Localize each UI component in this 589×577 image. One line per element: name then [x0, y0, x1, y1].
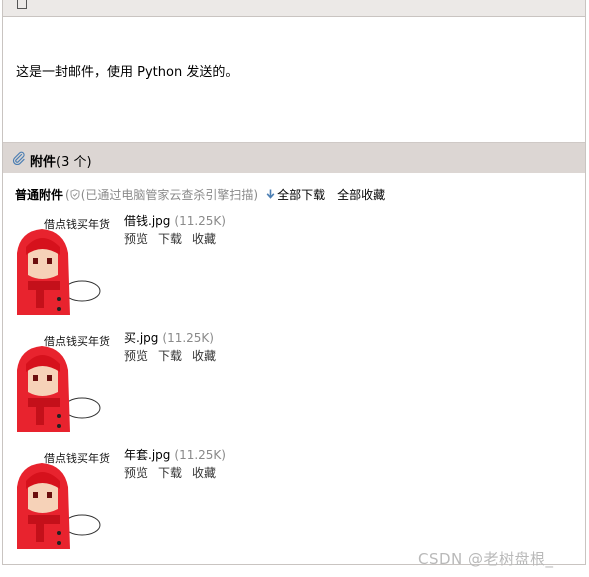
attachments-header: 附件(3 个): [3, 142, 585, 173]
attachment-size: (11.25K): [174, 214, 226, 228]
attachment-actions: 预览 下载 收藏: [124, 230, 226, 247]
attachments-count: (3 个): [56, 155, 92, 170]
attachment-size: (11.25K): [162, 331, 214, 345]
document-icon[interactable]: [17, 0, 27, 9]
anime-girl-thumbnail-icon: 借点钱买年货: [17, 451, 110, 549]
attachments-subbar: 普通附件((已通过电脑管家云查杀引擎扫描) 全部下载 全部收藏: [15, 186, 385, 203]
normal-attachments-label: 普通附件: [15, 188, 64, 202]
attachment-actions: 预览 下载 收藏: [124, 347, 226, 364]
attachment-thumbnail[interactable]: 借点钱买年货: [14, 447, 116, 551]
csdn-watermark: CSDN @老树盘根_: [418, 550, 554, 568]
attachment-item: 借点钱买年货 借钱.jpg (11.25K) 预览 下载 收藏: [14, 213, 574, 317]
scan-status-text: (已通过电脑管家云查杀引擎扫描): [80, 188, 259, 202]
download-all-link[interactable]: 全部下载: [277, 188, 325, 202]
preview-link[interactable]: 预览: [124, 466, 148, 480]
attachment-item: 借点钱买年货 年套.jpg (11.25K) 预览 下载 收藏: [14, 447, 574, 551]
anime-girl-thumbnail-icon: 借点钱买年货: [17, 217, 110, 315]
attachment-thumbnail[interactable]: 借点钱买年货: [14, 213, 116, 317]
attachments-title-label: 附件: [30, 155, 57, 170]
thumbnail-caption: 借点钱买年货: [44, 334, 110, 348]
thumbnail-caption: 借点钱买年货: [44, 217, 110, 231]
attachment-item: 借点钱买年货 买.jpg (11.25K) 预览 下载 收藏: [14, 330, 574, 434]
download-link[interactable]: 下载: [158, 466, 182, 480]
paperclip-icon: [12, 151, 25, 165]
attachment-name[interactable]: 年套.jpg: [124, 448, 170, 462]
save-link[interactable]: 收藏: [192, 349, 216, 363]
attachment-name[interactable]: 买.jpg: [124, 331, 158, 345]
save-link[interactable]: 收藏: [192, 232, 216, 246]
attachment-name[interactable]: 借钱.jpg: [124, 214, 170, 228]
attachment-filename[interactable]: 年套.jpg (11.25K): [124, 446, 226, 463]
thumbnail-caption: 借点钱买年货: [44, 451, 110, 465]
anime-girl-thumbnail-icon: 借点钱买年货: [17, 334, 110, 432]
download-arrow-icon: [266, 189, 275, 199]
download-link[interactable]: 下载: [158, 232, 182, 246]
attachments-title: 附件(3 个): [30, 151, 92, 170]
shield-icon: [70, 189, 80, 200]
mail-body-text: 这是一封邮件，使用 Python 发送的。: [16, 65, 239, 80]
preview-link[interactable]: 预览: [124, 232, 148, 246]
attachment-size: (11.25K): [174, 448, 226, 462]
attachment-filename[interactable]: 借钱.jpg (11.25K): [124, 212, 226, 229]
top-toolbar-strip: [3, 0, 585, 17]
download-link[interactable]: 下载: [158, 349, 182, 363]
scan-status: ((已通过电脑管家云查杀引擎扫描): [65, 188, 259, 202]
attachment-filename[interactable]: 买.jpg (11.25K): [124, 329, 214, 346]
save-link[interactable]: 收藏: [192, 466, 216, 480]
attachment-actions: 预览 下载 收藏: [124, 464, 226, 481]
attachment-thumbnail[interactable]: 借点钱买年货: [14, 330, 116, 434]
preview-link[interactable]: 预览: [124, 349, 148, 363]
save-all-link[interactable]: 全部收藏: [337, 188, 385, 202]
